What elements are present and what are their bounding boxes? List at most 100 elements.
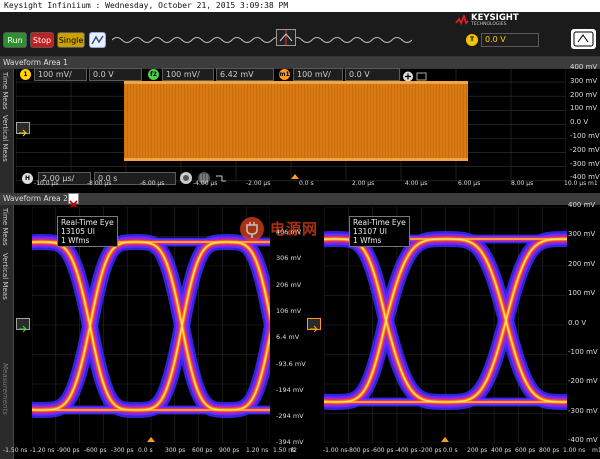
add-channel-button[interactable] xyxy=(402,68,430,82)
m1-marker[interactable] xyxy=(307,318,321,333)
tab-time-meas-1[interactable]: Time Meas xyxy=(1,72,9,110)
eye-right-title: Real-Time Eye xyxy=(353,218,406,227)
area1-x-tick: -8.00 μs xyxy=(87,180,112,187)
trigger-position-marker-left[interactable] xyxy=(147,437,155,442)
area2-right-y-tick: 0.0 V xyxy=(568,318,587,327)
area1-x-tick: -10.0 μs xyxy=(34,180,59,187)
area2-left-x-tick: -1.20 ns xyxy=(30,447,55,454)
area2-left-x-tick: 0.0 s xyxy=(138,447,153,454)
area2-right-x-tick: -800 ps xyxy=(347,447,370,454)
f2-marker[interactable] xyxy=(16,318,30,333)
area2-left-x-tick: 300 ps xyxy=(165,447,186,454)
ch1-scale-field[interactable]: 100 mV/ xyxy=(34,68,87,81)
area1-x-tick: -4.00 μs xyxy=(193,180,218,187)
area2-right-x-tick: -200 ps xyxy=(419,447,442,454)
eye-right-info: Real-Time Eye 13107 UI 1 Wfms xyxy=(349,216,410,247)
autoscale-button[interactable] xyxy=(89,32,106,48)
area2-right-y-tick: 200 mV xyxy=(568,259,596,268)
f2-offset-field[interactable]: 6.42 mV xyxy=(216,68,274,81)
f2-scale-field[interactable]: 100 mV/ xyxy=(162,68,214,81)
tab-time-meas-2[interactable]: Time Meas xyxy=(1,208,9,246)
area1-y-tick: 0.0 V xyxy=(570,118,589,127)
close-area-2-button[interactable] xyxy=(68,193,79,209)
area2-left-x-tick: 600 ps xyxy=(192,447,213,454)
m1-badge[interactable]: m1 xyxy=(279,69,290,80)
area2-right-x-tick: 200 ps xyxy=(467,447,488,454)
area1-y-tick: -300 mV xyxy=(570,159,600,168)
plus-icon xyxy=(403,71,427,82)
single-button[interactable]: Single xyxy=(57,32,85,48)
eye-left-info: Real-Time Eye 13105 UI 1 Wfms xyxy=(57,216,118,247)
run-button[interactable]: Run xyxy=(3,32,27,48)
touch-icon xyxy=(573,31,594,47)
f2-badge[interactable]: f2 xyxy=(148,69,159,80)
trigger-badge: T xyxy=(466,34,478,46)
plug-icon xyxy=(240,217,264,241)
area2-mid-y-tick: -394 mV xyxy=(276,438,304,447)
area2-left-x-tick: 1.20 ns xyxy=(246,447,269,454)
area1-x-tick: 0.0 s xyxy=(299,180,314,187)
tab-vertical-meas-1[interactable]: Vertical Meas xyxy=(1,115,9,162)
brand-sub: TECHNOLOGIES xyxy=(471,22,507,27)
area2-right-y-tick: 100 mV xyxy=(568,289,596,298)
area2-right-y-tick: 400 mV xyxy=(568,201,596,209)
area2-mid-y-tick: -294 mV xyxy=(276,412,304,421)
window-titlebar: Keysight Infiniium : Wednesday, October … xyxy=(0,0,600,12)
area2-right-y-tick: -400 mV xyxy=(568,436,598,445)
m1-offset-field[interactable]: 0.0 V xyxy=(345,68,400,81)
area1-x-tick: 2.00 μs xyxy=(352,180,375,187)
area1-x-tick: 8.00 μs xyxy=(511,180,534,187)
zoom-window-marker[interactable] xyxy=(276,29,296,46)
horizontal-badge[interactable]: H xyxy=(22,173,33,184)
area2-mid-y-tick: 106 mV xyxy=(276,306,302,315)
area1-side-tabs: Time Meas Vertical Meas xyxy=(0,69,14,194)
area2-right-y-tick: -200 mV xyxy=(568,377,598,386)
area2-mid-y-tick: 206 mV xyxy=(276,280,302,289)
stop-button[interactable]: Stop xyxy=(30,32,54,48)
tab-vertical-meas-2[interactable]: Vertical Meas xyxy=(1,253,9,300)
marker-icon xyxy=(19,325,27,333)
area2-right-y-tick: -100 mV xyxy=(568,348,598,356)
area2-mid-y-tick: -194 mV xyxy=(276,385,304,394)
area2-left-x-tick: -600 ps xyxy=(84,447,107,454)
area2-right-x-tick: 400 ps xyxy=(491,447,512,454)
area1-y-tick: 200 mV xyxy=(570,90,598,99)
area2-right-x-tick: -400 ps xyxy=(395,447,418,454)
trigger-level-field[interactable]: 0.0 V xyxy=(481,33,539,47)
ch1-marker[interactable] xyxy=(16,122,30,137)
area2-right-y-tick: -300 mV xyxy=(568,406,598,415)
area2-mid-y-tick: -93.6 mV xyxy=(276,359,306,368)
area2-left-x-tick: 900 ps xyxy=(219,447,240,454)
area2-mid-y-tick: 6.4 mV xyxy=(276,333,300,342)
timeline-overview[interactable] xyxy=(111,31,413,43)
area2-mid-y-tick: 306 mV xyxy=(276,254,302,263)
area2-right-x-tick: -600 ps xyxy=(371,447,394,454)
area1-y-tick: -100 mV xyxy=(570,132,600,140)
area2-right-x-tick: 1.00 ns xyxy=(563,447,586,454)
keysight-logo-icon xyxy=(455,15,469,26)
m1-scale-field[interactable]: 100 mV/ xyxy=(293,68,343,81)
eye-left-title: Real-Time Eye xyxy=(61,218,114,227)
area2-left-x-tick: -300 ps xyxy=(111,447,134,454)
trigger-position-marker-right[interactable] xyxy=(441,437,449,442)
area2-left-x-tick: -1.50 ns xyxy=(3,447,28,454)
area1-x-tick: 6.00 μs xyxy=(458,180,481,187)
trigger-position-marker-1[interactable] xyxy=(291,174,299,179)
area2-right-y-tick: 300 mV xyxy=(568,230,596,239)
area1-x-tick: 4.00 μs xyxy=(405,180,428,187)
area1-x-tick: 10.0 μs xyxy=(564,180,587,187)
waveform-area-2-header: Waveform Area 2 xyxy=(0,193,600,205)
area2-right-x-end: m1 xyxy=(592,447,600,454)
area1-x-tick: -2.00 μs xyxy=(246,180,271,187)
touch-button[interactable] xyxy=(571,29,596,49)
area1-waveform xyxy=(124,81,468,161)
ch1-offset-field[interactable]: 0.0 V xyxy=(89,68,142,81)
marker-icon xyxy=(19,129,27,137)
area2-left-x-end: f2 xyxy=(291,447,297,454)
marker-icon xyxy=(310,325,318,333)
area2-right-x-tick: 800 ps xyxy=(539,447,560,454)
tab-measurements[interactable]: Measurements xyxy=(1,363,9,415)
ch1-badge[interactable]: 1 xyxy=(20,69,31,80)
area1-y-tick: 300 mV xyxy=(570,76,598,85)
area2-title: Waveform Area 2 xyxy=(3,194,68,203)
